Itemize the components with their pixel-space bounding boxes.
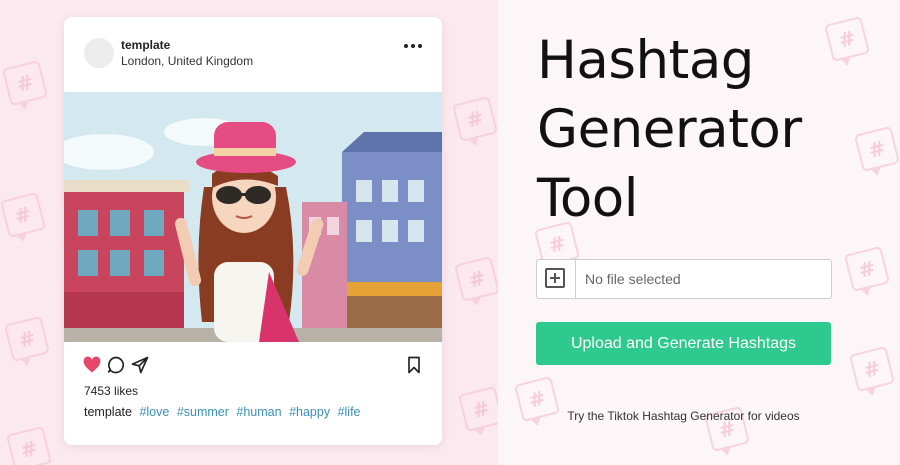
post-actions <box>82 355 424 377</box>
bookmark-icon[interactable] <box>404 355 424 375</box>
hashtag-bubble-icon: # <box>1 59 49 107</box>
tiktok-generator-link[interactable]: Try the Tiktok Hashtag Generator for vid… <box>536 409 831 423</box>
more-dots-icon[interactable] <box>400 39 426 53</box>
hashtag-bubble-icon: # <box>453 255 498 303</box>
heart-icon[interactable] <box>82 355 102 375</box>
hashtag-bubble-icon: # <box>843 245 891 293</box>
hashtag-bubble-icon: # <box>451 95 498 143</box>
likes-count: 7453 likes <box>84 384 139 398</box>
hashtag-bubble-icon: # <box>5 425 53 465</box>
upload-generate-button[interactable]: Upload and Generate Hashtags <box>536 322 831 365</box>
hashtag-bubble-icon: # <box>457 385 498 433</box>
post-username[interactable]: template <box>121 38 170 52</box>
post-location[interactable]: London, United Kingdom <box>121 54 253 68</box>
avatar[interactable] <box>84 38 114 68</box>
title-line: Generator <box>537 99 802 160</box>
hashtag-bubble-icon: # <box>3 315 51 363</box>
comment-icon[interactable] <box>106 355 126 375</box>
file-input[interactable]: No file selected <box>536 259 832 299</box>
title-line: Tool <box>537 168 638 229</box>
hashtag-list: #love #summer #human #happy #life <box>135 405 360 419</box>
post-caption: template #love #summer #human #happy #li… <box>84 405 361 419</box>
file-input-status: No file selected <box>585 271 681 287</box>
divider <box>575 260 576 298</box>
plus-square-icon[interactable] <box>545 268 565 288</box>
send-icon[interactable] <box>130 355 150 375</box>
hashtag-link[interactable]: #love <box>139 405 169 419</box>
hashtag-bubble-icon: # <box>848 345 896 393</box>
post-photo <box>64 92 442 342</box>
page-title: Hashtag Generator Tool <box>537 26 877 233</box>
hashtag-link[interactable]: #life <box>338 405 361 419</box>
hashtag-bubble-icon: # <box>0 191 47 239</box>
title-line: Hashtag <box>537 30 754 91</box>
hashtag-link[interactable]: #happy <box>289 405 330 419</box>
hashtag-link[interactable]: #human <box>236 405 281 419</box>
hashtag-link[interactable]: #summer <box>177 405 229 419</box>
post-header: template London, United Kingdom <box>64 17 442 91</box>
caption-username[interactable]: template <box>84 405 132 419</box>
instagram-post-card: template London, United Kingdom 7453 lik… <box>64 17 442 445</box>
